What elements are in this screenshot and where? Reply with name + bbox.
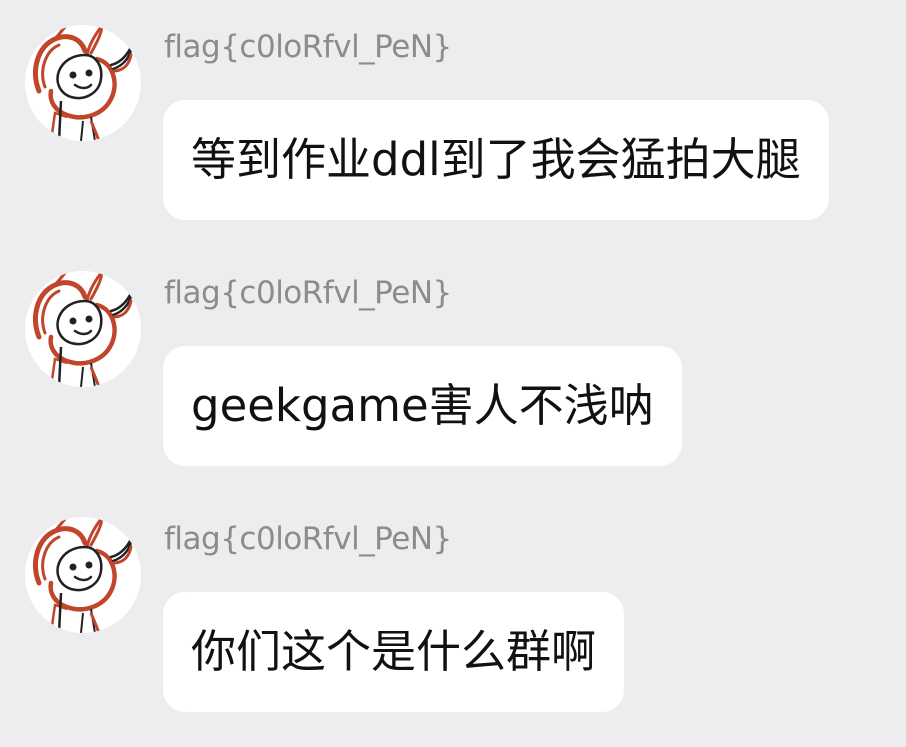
message-bubble[interactable]: geekgame害人不浅呐 <box>163 346 682 466</box>
chat-message: flag{c0loRfvl_PeN} geekgame害人不浅呐 <box>0 271 906 501</box>
sender-name: flag{c0loRfvl_PeN} <box>164 521 452 557</box>
sketch-dog-avatar-icon <box>33 517 135 633</box>
avatar[interactable] <box>25 271 141 387</box>
sketch-dog-avatar-icon <box>33 271 135 387</box>
chat-message-list: flag{c0loRfvl_PeN} 等到作业ddl到了我会猛拍大腿 flag{… <box>0 0 906 741</box>
sender-name: flag{c0loRfvl_PeN} <box>164 29 452 65</box>
sender-name: flag{c0loRfvl_PeN} <box>164 275 452 311</box>
chat-message: flag{c0loRfvl_PeN} 等到作业ddl到了我会猛拍大腿 <box>0 25 906 255</box>
message-bubble[interactable]: 等到作业ddl到了我会猛拍大腿 <box>163 100 829 220</box>
sketch-dog-avatar-icon <box>33 25 135 141</box>
message-bubble[interactable]: 你们这个是什么群啊 <box>163 592 625 712</box>
avatar[interactable] <box>25 25 141 141</box>
avatar[interactable] <box>25 517 141 633</box>
chat-message: flag{c0loRfvl_PeN} 你们这个是什么群啊 <box>0 517 906 747</box>
